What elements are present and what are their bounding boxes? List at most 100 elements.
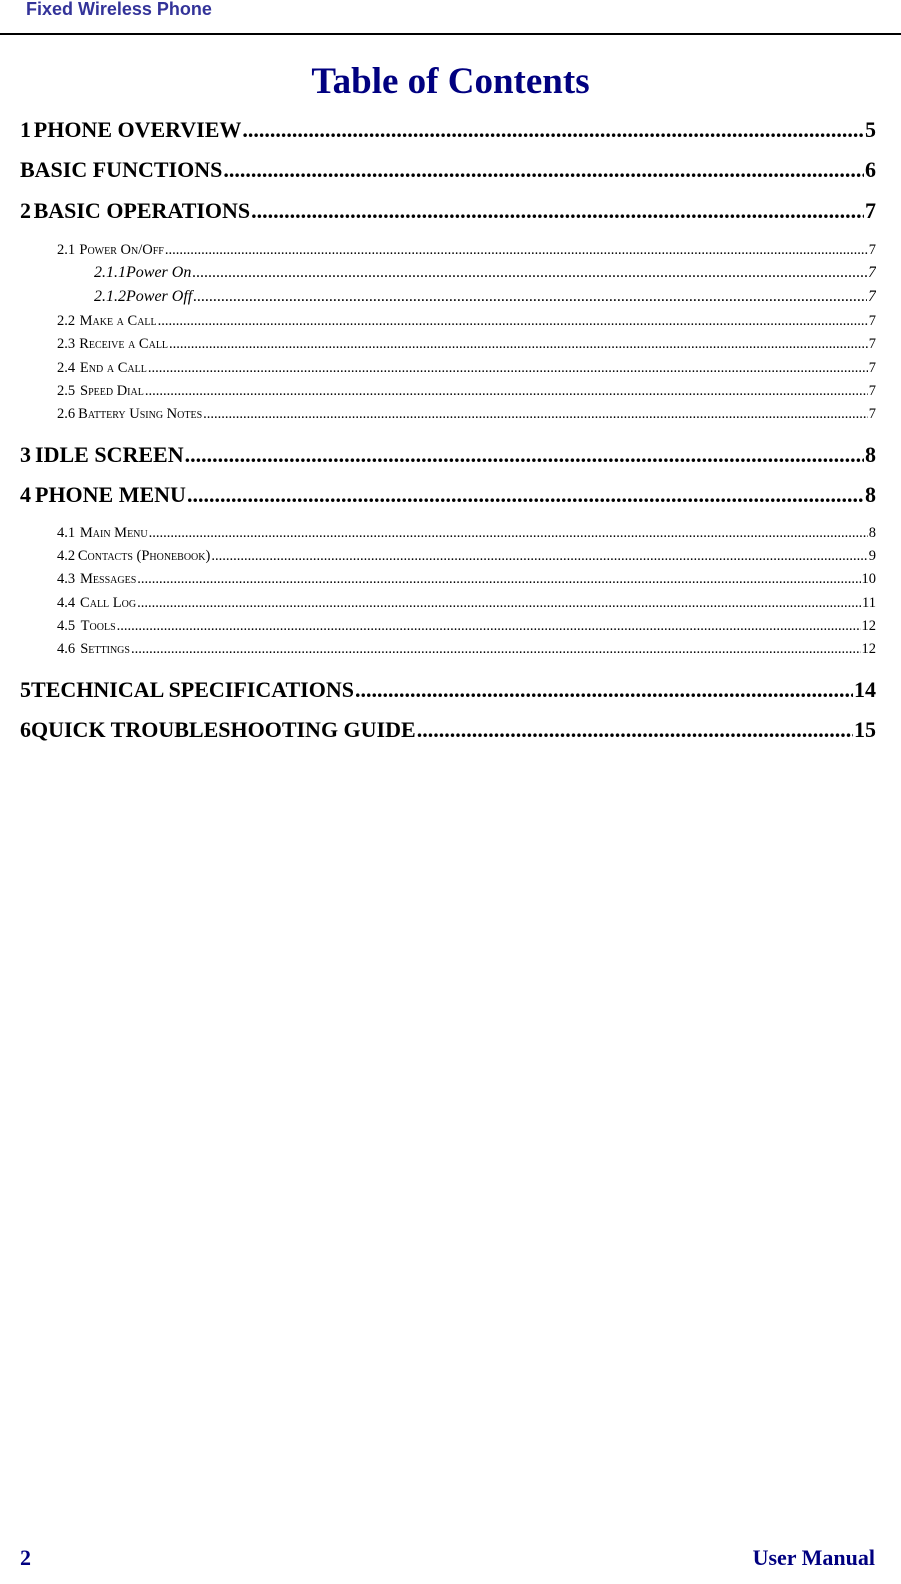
dot-leader xyxy=(137,595,861,612)
footer-title: User Manual xyxy=(752,1545,875,1570)
toc-entry-label: Call Log xyxy=(80,595,137,611)
toc-entry-page: 7 xyxy=(868,313,876,329)
dot-leader xyxy=(192,264,867,282)
toc-entry[interactable]: 4 PHONE MENU 8 xyxy=(20,482,876,512)
toc-entry[interactable]: 2 BASIC OPERATIONS 7 xyxy=(20,198,876,228)
dot-leader xyxy=(185,442,864,468)
toc-entry-label: Make a Call xyxy=(79,313,157,329)
toc-entry[interactable]: 4.2 Contacts (Phonebook) 9 xyxy=(57,548,876,568)
toc-entry[interactable]: 2.1 Power On/Off 7 xyxy=(57,242,876,262)
toc-entry-number: 1 xyxy=(20,117,31,142)
toc-entry-number: 2.5 xyxy=(57,383,76,399)
dot-leader xyxy=(187,482,864,508)
toc-entry[interactable]: 4.3 Messages 10 xyxy=(57,571,876,591)
toc-entry-number: 2.6 xyxy=(57,406,76,422)
toc-entry[interactable]: 2.1.1 Power On 7 xyxy=(94,264,876,284)
dot-leader xyxy=(251,198,864,224)
toc-entry-page: 11 xyxy=(862,595,876,611)
toc-entry[interactable]: 1 PHONE OVERVIEW 5 xyxy=(20,117,876,147)
toc-entry-page: 7 xyxy=(868,336,876,352)
dot-leader xyxy=(211,548,867,565)
toc-entry-label: Receive a Call xyxy=(79,336,169,352)
toc-entry[interactable]: 2.1.2 Power Off 7 xyxy=(94,288,876,308)
dot-leader xyxy=(137,571,860,588)
dot-leader xyxy=(169,336,868,353)
dot-leader xyxy=(117,618,861,635)
dot-leader xyxy=(131,641,861,658)
toc-entry[interactable]: 4.5 Tools 12 xyxy=(57,618,876,638)
toc-entry-label: Power On xyxy=(126,264,192,281)
dot-leader xyxy=(158,313,868,330)
toc-entry-page: 12 xyxy=(861,641,877,657)
toc-entry[interactable]: 4.1 Main Menu 8 xyxy=(57,525,876,545)
toc-entry-number: 3 xyxy=(20,442,31,467)
toc-entry-label: PHONE MENU xyxy=(35,482,186,507)
dot-leader xyxy=(193,288,867,306)
toc-entry[interactable]: 2.5 Speed Dial 7 xyxy=(57,383,876,403)
toc-entry-page: 15 xyxy=(854,717,876,742)
toc-entry-label: Power Off xyxy=(126,288,193,305)
toc-entry-page: 9 xyxy=(868,548,876,564)
toc-entry-label: PHONE OVERVIEW xyxy=(33,117,242,142)
toc-entry-number: 4.6 xyxy=(57,641,76,657)
toc-entry-page: 7 xyxy=(868,264,876,281)
toc-entry[interactable]: 5 TECHNICAL SPECIFICATIONS 14 xyxy=(20,677,876,707)
toc-entry-label: BASIC FUNCTIONS xyxy=(20,157,223,182)
toc-entry-page: 10 xyxy=(861,571,877,587)
toc-entry-number: 4.3 xyxy=(57,571,76,587)
toc-entry-page: 7 xyxy=(868,383,876,399)
toc-entry-label: Contacts (Phonebook) xyxy=(77,548,211,564)
dot-leader xyxy=(355,677,853,703)
dot-leader xyxy=(223,157,864,183)
toc-entry-label: Tools xyxy=(80,618,116,634)
toc-entry[interactable]: 6 QUICK TROUBLESHOOTING GUIDE 15 xyxy=(20,717,876,747)
toc-entry[interactable]: 3 IDLE SCREEN 8 xyxy=(20,442,876,472)
toc-entry-page: 7 xyxy=(868,242,876,258)
toc-entry[interactable]: 2.2 Make a Call 7 xyxy=(57,313,876,333)
toc-entry-number: 2.2 xyxy=(57,313,76,329)
running-header-title: Fixed Wireless Phone xyxy=(26,0,212,19)
dot-leader xyxy=(145,383,868,400)
toc-entry-label: End a Call xyxy=(79,360,147,376)
toc-entry-number: 2.4 xyxy=(57,360,76,376)
toc-entry-page: 8 xyxy=(865,442,876,467)
toc-entry[interactable]: 4.6 Settings 12 xyxy=(57,641,876,661)
toc-entry-page: 8 xyxy=(865,482,876,507)
toc-entry-page: 7 xyxy=(868,406,876,422)
dot-leader xyxy=(165,242,868,259)
toc-entry-number: 4.5 xyxy=(57,618,76,634)
toc-entry-page: 7 xyxy=(868,360,876,376)
toc-entry-page: 8 xyxy=(868,525,876,541)
toc-entry-number: 4.2 xyxy=(57,548,76,564)
dot-leader xyxy=(242,117,864,143)
dot-leader xyxy=(203,406,868,423)
toc-entry-number: 2.1.2 xyxy=(94,288,126,305)
toc-entry-number: 4.4 xyxy=(57,595,76,611)
toc-entry-number: 2.1 xyxy=(57,242,76,258)
toc-entry[interactable]: 2.3 Receive a Call 7 xyxy=(57,336,876,356)
toc-entry-page: 12 xyxy=(861,618,877,634)
toc-entry[interactable]: 4.4 Call Log 11 xyxy=(57,595,876,615)
dot-leader xyxy=(148,360,868,377)
toc-entry-page: 14 xyxy=(854,677,876,702)
toc-entry-page: 7 xyxy=(868,288,876,305)
toc-entry-label: Speed Dial xyxy=(80,383,144,399)
dot-leader xyxy=(417,717,853,743)
toc-title: Table of Contents xyxy=(311,61,590,102)
toc-entry-label: Messages xyxy=(80,571,137,587)
toc-entry-page: 5 xyxy=(865,117,876,142)
toc-entry-label: Settings xyxy=(80,641,130,657)
dot-leader xyxy=(149,525,868,542)
header-rule xyxy=(0,33,901,35)
toc-entry-number: 4.1 xyxy=(57,525,76,541)
toc-entry-page: 7 xyxy=(865,198,876,223)
toc-entry-label: Power On/Off xyxy=(79,242,164,258)
toc-entry-label: QUICK TROUBLESHOOTING GUIDE xyxy=(31,717,416,742)
toc-entry[interactable]: BASIC FUNCTIONS 6 xyxy=(20,157,876,187)
toc-entry[interactable]: 2.6 Battery Using Notes 7 xyxy=(57,406,876,426)
toc-entry[interactable]: 2.4 End a Call 7 xyxy=(57,360,876,380)
toc-entry-label: TECHNICAL SPECIFICATIONS xyxy=(31,677,354,702)
toc-entry-number: 5 xyxy=(20,677,31,702)
toc-entry-number: 2 xyxy=(20,198,31,223)
footer-page-number: 2 xyxy=(20,1545,31,1570)
